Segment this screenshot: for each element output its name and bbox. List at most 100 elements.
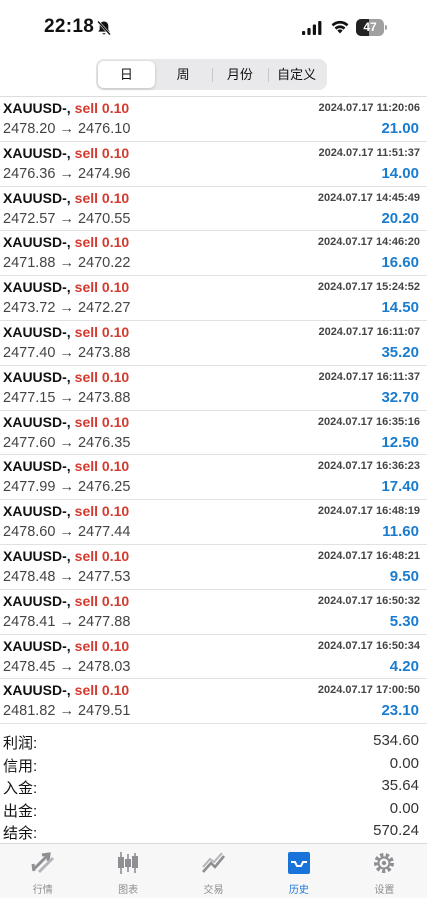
deal-profit: 16.60: [381, 254, 419, 272]
deal-profit: 32.70: [381, 388, 419, 406]
summary-deposit: 入金: 35.64: [0, 775, 427, 798]
deal-time: 2024.07.17 16:11:07: [318, 325, 420, 338]
deal-prices: 2478.60 → 2477.44: [3, 524, 131, 541]
deal-row[interactable]: XAUUSD-, sell 0.10 2024.07.17 16:36:23 24…: [0, 455, 427, 501]
summary-label: 利润:: [3, 735, 38, 752]
deal-prices: 2478.45 → 2478.03: [3, 658, 131, 675]
deal-side: sell 0.10: [74, 323, 130, 340]
deal-prices: 2478.41 → 2477.88: [3, 613, 131, 630]
summary-label: 入金:: [3, 780, 38, 797]
deal-time: 2024.07.17 14:46:20: [317, 236, 420, 249]
deal-side: sell 0.10: [74, 637, 130, 654]
summary-profit: 利润: 534.60: [0, 730, 427, 753]
deal-time: 2024.07.17 11:20:06: [318, 102, 420, 114]
deal-symbol-line: XAUUSD-, sell 0.10: [3, 503, 129, 519]
summary-value: 35.64: [381, 777, 419, 794]
deal-symbol-line: XAUUSD-, sell 0.10: [3, 414, 129, 430]
tab-custom[interactable]: 自定义: [268, 61, 325, 88]
summary-label: 信用:: [3, 757, 38, 775]
deal-time: 2024.07.17 16:48:21: [317, 549, 420, 562]
deal-profit: 14.00: [381, 164, 419, 182]
deal-prices: 2481.82 → 2479.51: [3, 703, 131, 720]
deal-symbol-line: XAUUSD-, sell 0.10: [3, 145, 129, 161]
nav-label: 交易: [203, 885, 224, 896]
history-inbox-icon: [287, 852, 310, 874]
deal-symbol: XAUUSD-,: [3, 189, 71, 206]
deal-row[interactable]: XAUUSD-, sell 0.10 2024.07.17 16:48:21 24…: [0, 545, 427, 590]
tab-week[interactable]: 周: [155, 61, 212, 88]
deal-row[interactable]: XAUUSD-, sell 0.10 2024.07.17 16:11:07 24…: [0, 321, 427, 366]
nav-history[interactable]: 历史: [256, 844, 341, 898]
deal-row[interactable]: XAUUSD-, sell 0.10 2024.07.17 11:51:37 24…: [0, 142, 427, 187]
nav-label: 图表: [118, 885, 139, 896]
deal-prices: 2471.88 → 2470.22: [3, 255, 131, 272]
battery-percent: 47: [363, 20, 377, 34]
deal-row[interactable]: XAUUSD-, sell 0.10 2024.07.17 11:20:06 24…: [0, 97, 427, 142]
deal-time: 2024.07.17 16:50:34: [317, 639, 420, 652]
deal-prices: 2472.57 → 2470.55: [3, 210, 131, 227]
deal-row[interactable]: XAUUSD-, sell 0.10 2024.07.17 16:11:37 24…: [0, 366, 427, 411]
status-time: 22:18: [44, 16, 95, 37]
deal-time: 2024.07.17 16:11:37: [318, 370, 420, 383]
status-bar: 22:18 47: [0, 0, 427, 52]
nav-label: 设置: [374, 885, 395, 896]
deal-profit: 21.00: [381, 120, 419, 137]
deal-symbol-line: XAUUSD-, sell 0.10: [3, 234, 129, 250]
deal-side: sell 0.10: [74, 547, 130, 564]
trade-trend-icon: [201, 852, 225, 873]
tab-day[interactable]: 日: [98, 61, 155, 88]
deal-symbol: XAUUSD-,: [3, 637, 71, 654]
deal-row[interactable]: XAUUSD-, sell 0.10 2024.07.17 16:50:34 24…: [0, 635, 427, 680]
deal-profit: 14.50: [381, 299, 419, 317]
deal-row[interactable]: XAUUSD-, sell 0.10 2024.07.17 17:00:50 24…: [0, 679, 427, 725]
deal-symbol-line: XAUUSD-, sell 0.10: [3, 190, 129, 206]
nav-label: 行情: [32, 885, 53, 896]
deal-prices: 2477.15 → 2473.88: [3, 389, 131, 406]
deal-side: sell 0.10: [74, 100, 130, 116]
deal-profit: 11.60: [382, 523, 419, 541]
nav-trade[interactable]: 交易: [171, 844, 256, 898]
summary-label: 出金:: [3, 802, 38, 820]
deal-prices: 2478.20 → 2476.10: [3, 121, 131, 137]
deal-side: sell 0.10: [74, 189, 130, 206]
deal-symbol-line: XAUUSD-, sell 0.10: [3, 324, 129, 340]
deal-profit: 20.20: [381, 209, 419, 227]
deal-row[interactable]: XAUUSD-, sell 0.10 2024.07.17 15:24:52 24…: [0, 276, 427, 321]
deal-side: sell 0.10: [74, 503, 130, 520]
deal-row[interactable]: XAUUSD-, sell 0.10 2024.07.17 16:48:19 24…: [0, 500, 427, 545]
nav-quotes[interactable]: 行情: [0, 844, 85, 898]
deal-row[interactable]: XAUUSD-, sell 0.10 2024.07.17 14:46:20 24…: [0, 231, 427, 277]
deal-time: 2024.07.17 16:48:19: [317, 505, 420, 518]
deal-time: 2024.07.17 16:50:32: [317, 594, 420, 607]
tab-month[interactable]: 月份: [211, 61, 269, 88]
settings-gear-icon: [374, 853, 395, 873]
deal-profit: 9.50: [389, 567, 419, 585]
deal-symbol: XAUUSD-,: [3, 458, 71, 475]
deal-profit: 12.50: [381, 433, 419, 451]
deal-profit: 35.20: [381, 343, 419, 361]
deal-time: 2024.07.17 17:00:50: [317, 684, 420, 697]
deal-profit: 17.40: [381, 478, 419, 496]
deal-side: sell 0.10: [74, 592, 130, 609]
deal-symbol-line: XAUUSD-, sell 0.10: [3, 100, 129, 116]
summary-value: 0.00: [389, 799, 419, 817]
deal-time: 2024.07.17 14:45:49: [317, 191, 420, 204]
deal-row[interactable]: XAUUSD-, sell 0.10 2024.07.17 16:50:32 24…: [0, 590, 427, 635]
deal-row[interactable]: XAUUSD-, sell 0.10 2024.07.17 14:45:49 24…: [0, 187, 427, 232]
candlestick-chart-icon: [118, 852, 139, 874]
period-tabs: 日 周 月份 自定义: [96, 59, 327, 90]
deal-time: 2024.07.17 15:24:52: [317, 281, 420, 294]
deal-prices: 2477.99 → 2476.25: [3, 479, 131, 496]
deal-row[interactable]: XAUUSD-, sell 0.10 2024.07.17 16:35:16 24…: [0, 411, 427, 456]
deal-prices: 2473.72 → 2472.27: [3, 300, 131, 317]
nav-chart[interactable]: 图表: [85, 844, 170, 898]
deal-side: sell 0.10: [74, 413, 130, 430]
deal-symbol: XAUUSD-,: [3, 279, 71, 296]
deal-prices: 2477.60 → 2476.35: [3, 434, 131, 451]
deal-symbol-line: XAUUSD-, sell 0.10: [3, 458, 129, 474]
nav-settings[interactable]: 设置: [342, 844, 427, 898]
deal-symbol: XAUUSD-,: [3, 323, 71, 340]
summary-credit: 信用: 0.00: [0, 753, 427, 776]
deal-symbol: XAUUSD-,: [3, 413, 71, 430]
signal-icon: [302, 21, 322, 35]
